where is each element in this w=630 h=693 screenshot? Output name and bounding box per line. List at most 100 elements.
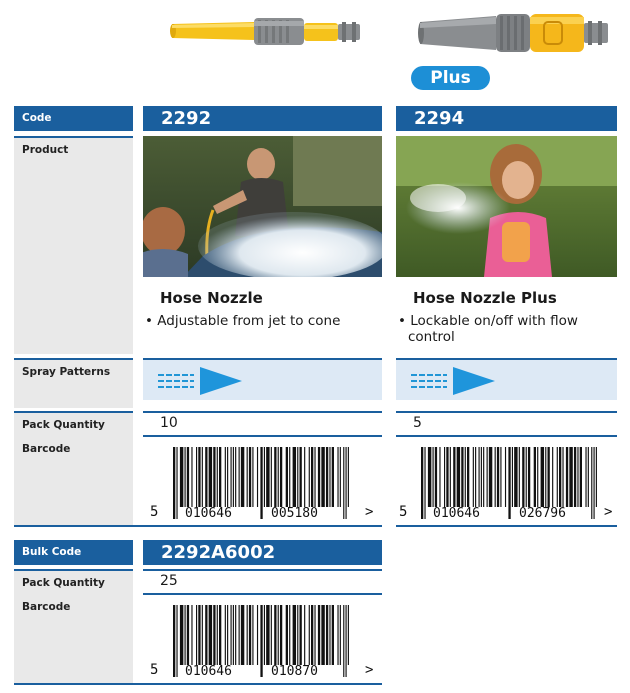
barcode-end-mark: > [365, 504, 374, 520]
spray-patterns-label: Spray Patterns [14, 358, 133, 408]
girl-playing-with-hose-photo [396, 136, 617, 277]
barcode-bar [562, 447, 564, 507]
barcode-bar [321, 605, 325, 665]
barcode-bar [246, 605, 248, 665]
barcode-bar [270, 447, 272, 507]
barcode-2292: 5 010646 005180 > [143, 435, 382, 525]
pack-quantity-label: Pack Quantity [14, 411, 133, 435]
barcode-bar [339, 605, 341, 665]
barcode-bar [208, 447, 213, 507]
barcode-bar [292, 447, 297, 507]
barcode-bar [345, 605, 347, 677]
barcode-bar [205, 447, 208, 507]
barcode-bar [196, 447, 198, 507]
barcode-bar [289, 447, 291, 507]
barcode-bar [488, 447, 493, 507]
barcode-bar [480, 447, 482, 507]
bullet-icon: • [398, 313, 411, 329]
barcode-bar [270, 605, 272, 665]
barcode-bar [219, 447, 222, 507]
barcode-bar [314, 447, 316, 507]
barcode-bar [173, 605, 176, 677]
barcode-bar [511, 447, 513, 507]
barcode-bar [500, 447, 502, 507]
barcode-label: Barcode [14, 435, 133, 525]
bullet-icon: • [145, 313, 158, 329]
pack-quantity-2292: 10 [160, 415, 178, 431]
barcode-bar [579, 447, 582, 507]
barcode-bar [285, 447, 288, 507]
barcode-bar [289, 605, 291, 665]
barcode-left-digits: 010646 [433, 506, 480, 521]
barcode-bar [179, 605, 184, 665]
barcode-bar [547, 447, 550, 507]
feature-text: Adjustable from jet to cone [157, 313, 341, 329]
barcode-bar [331, 447, 334, 507]
barcode-bar [591, 447, 593, 519]
bulk-code-label: Bulk Code [14, 540, 133, 565]
barcode-bar [467, 447, 470, 507]
barcode-bar [317, 605, 321, 665]
barcode-end-mark: > [365, 662, 374, 678]
barcode-bar [176, 605, 178, 677]
barcode-bar [593, 447, 595, 519]
barcode-bar [260, 605, 263, 677]
barcode-bar [201, 447, 203, 507]
barcode-bar [219, 605, 222, 665]
product-label: Product [14, 136, 133, 354]
barcode-bar [533, 447, 536, 507]
barcode-bar [205, 605, 208, 665]
barcode-bar [347, 447, 349, 507]
barcode-bar [329, 447, 331, 507]
barcode-bar [464, 447, 466, 507]
barcode-bar [421, 447, 424, 519]
barcode-bar [325, 447, 329, 507]
barcode-left-digits: 010646 [185, 664, 232, 679]
barcode-bar [453, 447, 456, 507]
barcode-bar [569, 447, 573, 507]
barcode-bar [308, 605, 310, 665]
barcode-bar [235, 447, 237, 507]
barcode-bar [325, 605, 329, 665]
product-feature-2294: • Lockable on/off with flow control [398, 313, 618, 345]
barcode-bar [504, 447, 507, 507]
barcode-right-digits: 005180 [271, 506, 318, 521]
barcode-2294: 5 010646 026796 > [396, 435, 617, 525]
barcode-bar [472, 447, 474, 507]
barcode-bar [208, 605, 213, 665]
barcode-bar [343, 447, 345, 519]
barcode-bar [299, 447, 302, 507]
barcode-bar [232, 447, 234, 507]
section-divider [14, 683, 382, 685]
barcode-bar [235, 605, 237, 665]
barcode-bar [191, 605, 193, 665]
barcode-bar [176, 447, 178, 519]
barcode-bar [227, 447, 229, 507]
barcode-bar [444, 447, 446, 507]
barcode-bar [314, 605, 316, 665]
barcode-bar [274, 605, 277, 665]
barcode-bar [285, 605, 288, 665]
bulk-pack-quantity: 25 [160, 573, 178, 589]
barcode-right-digits: 010870 [271, 664, 318, 679]
barcode-bar [266, 605, 270, 665]
barcode-bar [337, 605, 339, 665]
barcode-bar [246, 447, 248, 507]
barcode-bar [213, 605, 216, 665]
product-code-2292: 2292 [143, 106, 382, 131]
barcode-bar [299, 605, 302, 665]
barcode-bar [179, 447, 184, 507]
hose-nozzle-2292-image [170, 18, 360, 45]
barcode-bar [297, 447, 299, 507]
barcode-bar [260, 447, 263, 519]
barcode-bar [518, 447, 520, 507]
barcode-bar [540, 447, 545, 507]
barcode-bar [279, 447, 283, 507]
barcode-bar [186, 447, 190, 507]
barcode-bar [556, 447, 558, 507]
barcode-bar [277, 605, 279, 665]
barcode-bar [224, 605, 226, 665]
bulk-barcode-label: Barcode [14, 593, 133, 683]
barcode-bar [446, 447, 449, 507]
barcode-bar [196, 605, 198, 665]
